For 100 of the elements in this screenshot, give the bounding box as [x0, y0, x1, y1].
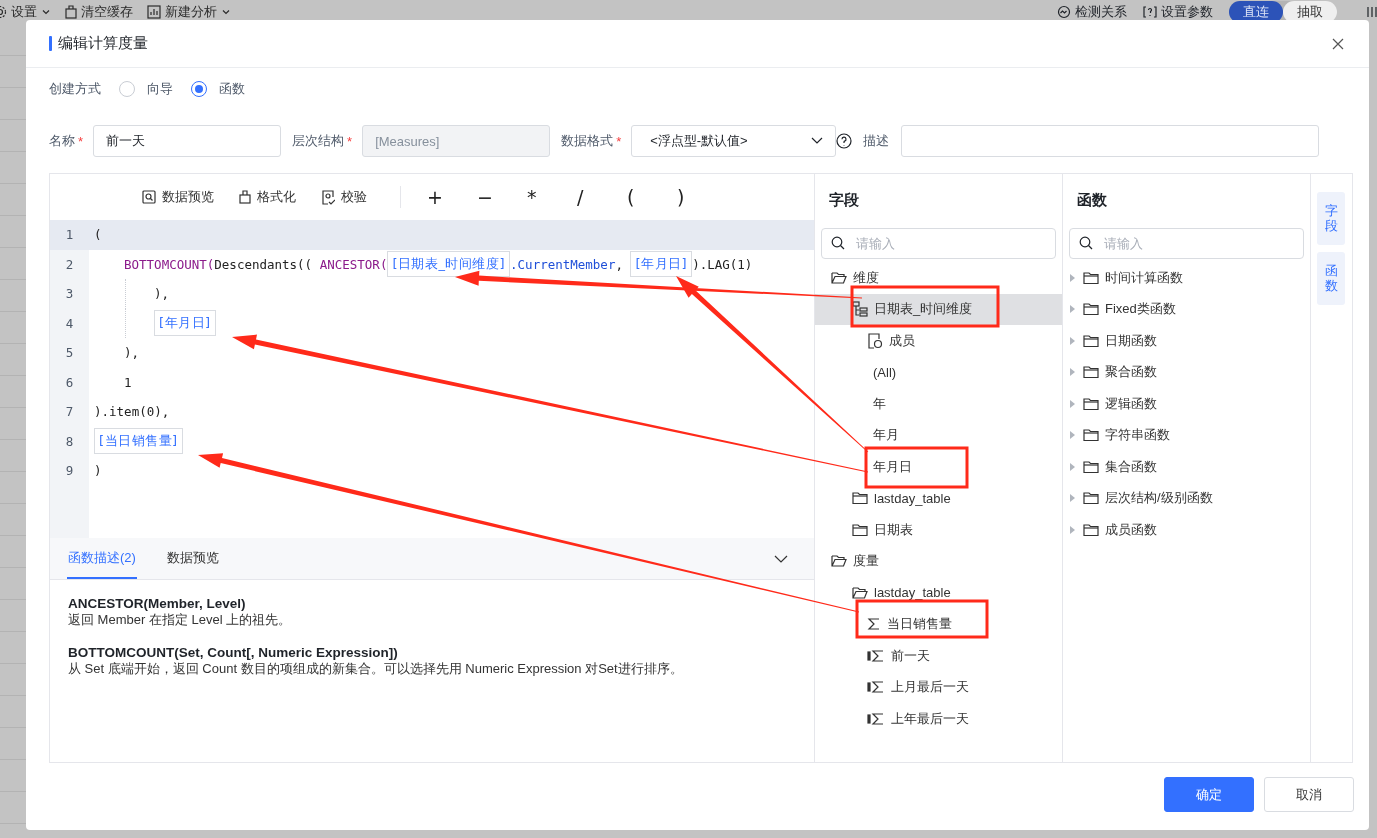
field-label: 描述: [863, 132, 890, 150]
validate-icon: [321, 189, 335, 205]
folder-icon: [1083, 270, 1099, 285]
tree-item[interactable]: 上月最后一天: [815, 671, 1062, 703]
function-category[interactable]: Fixed类函数: [1063, 293, 1310, 325]
line-number: 9: [64, 463, 75, 479]
confirm-button[interactable]: 确定: [1164, 777, 1254, 812]
function-category[interactable]: 逻辑函数: [1063, 388, 1310, 420]
panel-title: 函数: [1076, 190, 1108, 210]
function-category[interactable]: 字符串函数: [1063, 419, 1310, 451]
folder-icon: [1083, 365, 1099, 380]
field-reference[interactable]: [年月日]: [630, 251, 693, 278]
tree-item[interactable]: 日期表_时间维度: [815, 293, 1062, 325]
hierarchy-icon: [852, 301, 868, 318]
line-number: 3: [64, 286, 75, 302]
toolbar-button[interactable]: 设置参数: [1143, 3, 1213, 21]
editor-tool-button[interactable]: 格式化: [239, 188, 296, 206]
close-button[interactable]: [1331, 36, 1345, 51]
code-text: (: [94, 227, 102, 243]
help-icon: [836, 133, 853, 149]
function-category[interactable]: 日期函数: [1063, 325, 1310, 357]
text-input[interactable]: 前一天: [93, 125, 282, 157]
field-label: 名称: [49, 132, 75, 150]
text-input[interactable]: [901, 125, 1320, 157]
operator-button[interactable]: −: [477, 186, 527, 208]
tree-item[interactable]: 维度: [815, 262, 1062, 294]
pulse-circle-icon: [1057, 5, 1071, 19]
line-number: 8: [64, 433, 75, 449]
function-signature: ANCESTOR(Member, Level): [68, 596, 247, 612]
toolbar-button[interactable]: 设置: [0, 3, 51, 21]
member-icon: [867, 332, 883, 349]
code-text: ),: [124, 345, 140, 361]
panel-tab[interactable]: 函数描述(2): [67, 538, 137, 579]
folder-icon: [1083, 459, 1099, 474]
format-select[interactable]: <浮点型-默认值>: [631, 125, 837, 157]
tree-item[interactable]: lastday_table: [815, 577, 1062, 609]
chevron-down-icon: [774, 554, 788, 563]
tree-item[interactable]: 年月日: [815, 451, 1062, 483]
tree-item[interactable]: lastday_table: [815, 482, 1062, 514]
required-mark: *: [616, 133, 622, 149]
tree-item[interactable]: (All): [815, 356, 1062, 388]
code-text: ),: [154, 286, 170, 302]
code-text: ).item(0),: [94, 404, 170, 420]
tree-item[interactable]: 成员: [815, 325, 1062, 357]
field-reference[interactable]: [年月日]: [154, 310, 216, 337]
field-reference[interactable]: [当日销售量]: [94, 428, 183, 455]
tree-item[interactable]: 上年最后一天: [815, 703, 1062, 735]
question-bracket-icon: [1143, 5, 1157, 19]
format-icon: [239, 190, 251, 204]
function-category[interactable]: 成员函数: [1063, 514, 1310, 546]
toolbar-button[interactable]: 清空缓存: [65, 3, 133, 21]
clipboard-icon: [65, 5, 77, 19]
required-mark: *: [347, 133, 353, 149]
field-label: 层次结构: [292, 132, 345, 150]
calculated-sigma-icon: [867, 680, 885, 695]
cancel-button[interactable]: 取消: [1264, 777, 1354, 812]
line-number: 6: [64, 374, 75, 390]
required-mark: *: [78, 133, 84, 149]
tree-item[interactable]: 日期表: [815, 514, 1062, 546]
chart-icon: [147, 5, 161, 19]
operator-button[interactable]: ): [677, 186, 727, 208]
calculated-sigma-icon: [867, 711, 885, 726]
tree-item[interactable]: 年月: [815, 419, 1062, 451]
folder-icon: [1083, 428, 1099, 443]
function-category[interactable]: 时间计算函数: [1063, 262, 1310, 294]
toolbar-button[interactable]: 新建分析: [147, 3, 231, 21]
mode-option[interactable]: 抽取: [1283, 1, 1337, 23]
tree-item[interactable]: 前一天: [815, 640, 1062, 672]
line-number: 7: [64, 404, 75, 420]
operator-button[interactable]: +: [427, 186, 477, 208]
panel-tab[interactable]: 数据预览: [165, 538, 220, 579]
operator-button[interactable]: /: [577, 186, 627, 208]
function-category[interactable]: 聚合函数: [1063, 356, 1310, 388]
code-text: 1: [124, 374, 132, 390]
dialog-title: 编辑计算度量: [58, 34, 149, 53]
radio-option[interactable]: 函数: [191, 80, 245, 98]
radio-option[interactable]: 向导: [119, 80, 173, 98]
toolbar-button[interactable]: 检测关系: [1057, 3, 1127, 21]
search-field[interactable]: 请输入: [1069, 228, 1304, 259]
code-function: ANCESTOR(: [319, 256, 388, 272]
columns-icon: [1367, 6, 1377, 18]
function-category[interactable]: 集合函数: [1063, 451, 1310, 483]
mode-option[interactable]: 直连: [1229, 1, 1283, 23]
code-text: ): [94, 463, 102, 479]
function-description: 从 Set 底端开始，返回 Count 数目的项组成的新集合。可以选择先用 Numeric Expression 对Set进行排序。: [68, 661, 684, 677]
preview-icon: [142, 190, 156, 204]
tree-item[interactable]: 年: [815, 388, 1062, 420]
editor-tool-button[interactable]: 校验: [321, 188, 367, 206]
operator-button[interactable]: *: [527, 186, 577, 208]
search-field[interactable]: 请输入: [821, 228, 1056, 259]
line-number: 2: [64, 256, 75, 272]
code-text: Descendants((: [214, 256, 314, 272]
editor-tool-button[interactable]: 数据预览: [142, 188, 214, 206]
side-tab[interactable]: 字段: [1317, 192, 1345, 245]
operator-button[interactable]: (: [627, 186, 677, 208]
tree-item[interactable]: 度量: [815, 545, 1062, 577]
side-tab[interactable]: 函数: [1317, 252, 1345, 305]
calculated-sigma-icon: [867, 648, 885, 663]
function-category[interactable]: 层次结构/级别函数: [1063, 482, 1310, 514]
tree-item[interactable]: 当日销售量: [815, 608, 1062, 640]
